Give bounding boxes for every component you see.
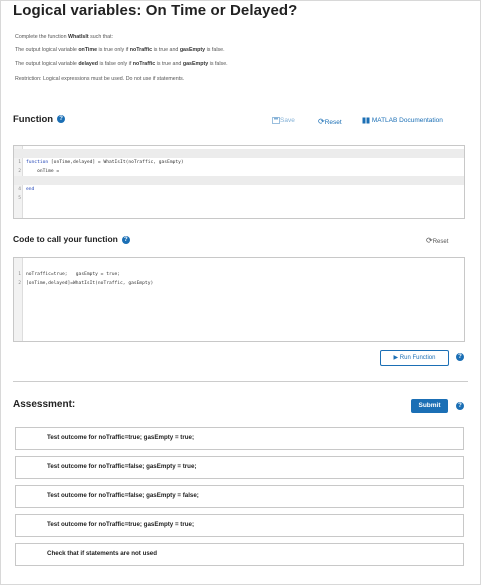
code-line[interactable]: 2 onTime = [14,158,464,174]
reset-button[interactable]: ⟳Reset [318,117,342,126]
description-line-1: Complete the function WhatIsIt such that… [15,34,114,40]
test-item[interactable]: Test outcome for noTraffic=true; gasEmpt… [15,427,464,450]
code-line[interactable]: 5 [14,185,464,201]
reset-icon: ⟳ [426,236,433,245]
call-code-heading: Code to call your function? [13,234,130,244]
description-line-3: The output logical variable delayed is f… [15,61,228,67]
play-icon: ▶ [393,355,399,361]
code-line[interactable]: 1 noTraffic=true; gasEmpty = true; [14,261,464,277]
code-line: 1 function [onTime,delayed] = WhatIsIt(no… [14,149,464,165]
test-item[interactable]: Test outcome for noTraffic=false; gasEmp… [15,456,464,479]
function-editor[interactable]: 1 function [onTime,delayed] = WhatIsIt(no… [13,145,465,219]
assessment-heading: Assessment: [13,399,76,410]
call-reset-button[interactable]: ⟳Reset [426,236,448,245]
description-line-4: Restriction: Logical expressions must be… [15,76,185,82]
reset-icon: ⟳ [318,117,325,126]
code-line[interactable]: 2 [onTime,delayed]=WhatIsIt(noTraffic, ga… [14,270,464,286]
run-function-button[interactable]: ▶ Run Function [380,350,449,366]
help-icon[interactable]: ? [121,235,130,244]
documentation-icon [362,117,370,124]
help-icon[interactable]: ? [456,402,464,410]
call-code-editor[interactable]: 1 noTraffic=true; gasEmpty = true; 2 [onTi… [13,257,465,342]
help-icon[interactable]: ? [456,353,464,361]
code-line: 4 end [14,176,464,192]
matlab-documentation-link[interactable]: MATLAB Documentation [362,117,443,124]
function-heading: Function? [13,114,66,125]
save-button[interactable]: Save [272,117,295,124]
description-line-2: The output logical variable onTime is tr… [15,47,225,53]
test-item[interactable]: Test outcome for noTraffic=true; gasEmpt… [15,514,464,537]
test-item[interactable]: Test outcome for noTraffic=false; gasEmp… [15,485,464,508]
test-item[interactable]: Check that if statements are not used [15,543,464,566]
submit-button[interactable]: Submit [411,399,448,413]
save-icon [272,117,280,124]
page-title: Logical variables: On Time or Delayed? [13,2,298,19]
section-divider [13,381,468,382]
help-icon[interactable]: ? [57,115,66,124]
code-line[interactable]: 3 delayed = [14,167,464,183]
